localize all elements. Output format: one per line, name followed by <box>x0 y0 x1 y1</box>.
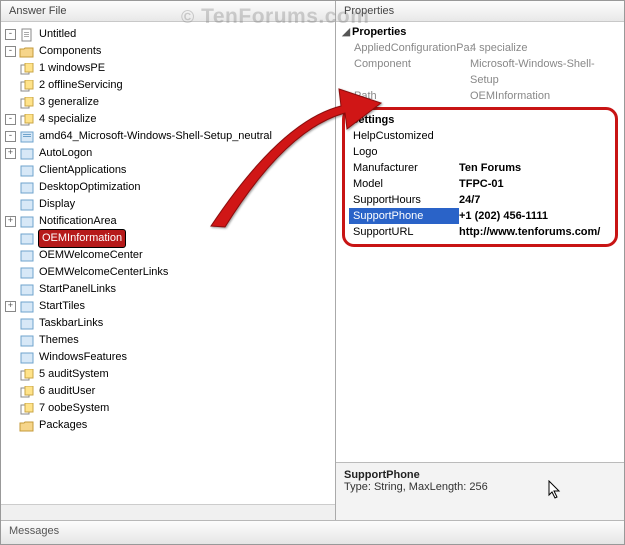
tree-item[interactable]: 3 generalize <box>38 94 100 111</box>
settings-highlight-box: Settings HelpCustomized Logo Manufacture… <box>342 107 618 247</box>
pass-icon <box>19 113 35 127</box>
settings-section-title: Settings <box>349 112 611 128</box>
answer-file-header: Answer File <box>1 1 335 22</box>
folder-open-icon <box>19 45 35 59</box>
tree-item[interactable]: TaskbarLinks <box>38 315 104 332</box>
setting-value[interactable]: +1 (202) 456-1111 <box>459 208 548 224</box>
answer-file-pane: Answer File - Untitled - <box>1 1 336 520</box>
tree-item[interactable]: OEMWelcomeCenter <box>38 247 144 264</box>
prop-key: Path <box>340 88 470 104</box>
setting-value[interactable]: 24/7 <box>459 192 480 208</box>
setting-key[interactable]: Manufacturer <box>349 160 459 176</box>
tree-item[interactable]: 2 offlineServicing <box>38 77 124 94</box>
pass-icon <box>19 79 35 93</box>
setting-icon <box>19 317 35 331</box>
setting-icon <box>19 147 35 161</box>
tree-item[interactable]: OEMWelcomeCenterLinks <box>38 264 169 281</box>
prop-value[interactable]: 4 specialize <box>470 40 620 56</box>
setting-icon <box>19 283 35 297</box>
tree-item[interactable]: 6 auditUser <box>38 383 96 400</box>
horizontal-scrollbar[interactable] <box>1 504 335 520</box>
tree-item[interactable]: NotificationArea <box>38 213 118 230</box>
pass-icon <box>19 385 35 399</box>
prop-key: AppliedConfigurationPa: <box>340 40 470 56</box>
tree-root-label[interactable]: Untitled <box>38 26 77 43</box>
tree-components-label[interactable]: Components <box>38 43 102 60</box>
collapse-icon[interactable]: - <box>5 46 16 57</box>
setting-icon <box>19 164 35 178</box>
component-icon <box>19 130 35 144</box>
properties-pane: Properties ◢Properties AppliedConfigurat… <box>336 1 624 520</box>
tree-packages-label[interactable]: Packages <box>38 417 88 434</box>
setting-icon <box>19 334 35 348</box>
pass-icon <box>19 62 35 76</box>
prop-key: Component <box>340 56 470 88</box>
setting-value[interactable]: Ten Forums <box>459 160 521 176</box>
tree-item[interactable]: DesktopOptimization <box>38 179 142 196</box>
setting-icon <box>19 351 35 365</box>
setting-key[interactable]: Logo <box>349 144 459 160</box>
setting-icon <box>19 181 35 195</box>
setting-key[interactable]: SupportHours <box>349 192 459 208</box>
setting-value[interactable]: http://www.tenforums.com/ <box>459 224 600 240</box>
expand-icon[interactable]: + <box>5 301 16 312</box>
document-icon <box>19 28 35 42</box>
setting-icon <box>19 300 35 314</box>
pass-icon <box>19 402 35 416</box>
folder-icon <box>19 419 35 433</box>
setting-key-selected[interactable]: SupportPhone <box>349 208 459 224</box>
property-grid[interactable]: ◢Properties AppliedConfigurationPa:4 spe… <box>336 22 624 462</box>
setting-icon <box>19 198 35 212</box>
tree-item[interactable]: StartTiles <box>38 298 86 315</box>
property-description: SupportPhone Type: String, MaxLength: 25… <box>336 462 624 520</box>
pass-icon <box>19 368 35 382</box>
tree-item[interactable]: 4 specialize <box>38 111 97 128</box>
tree-item-oeminformation[interactable]: OEMInformation <box>38 229 126 248</box>
setting-key[interactable]: Model <box>349 176 459 192</box>
tree-item[interactable]: Display <box>38 196 76 213</box>
description-text: Type: String, MaxLength: 256 <box>344 481 616 493</box>
setting-icon <box>19 249 35 263</box>
tree-item[interactable]: 5 auditSystem <box>38 366 110 383</box>
tree-item[interactable]: AutoLogon <box>38 145 93 162</box>
prop-value[interactable]: Microsoft-Windows-Shell-Setup <box>470 56 620 88</box>
description-title: SupportPhone <box>344 469 616 481</box>
setting-value[interactable]: TFPC-01 <box>459 176 504 192</box>
pass-icon <box>19 96 35 110</box>
setting-key[interactable]: HelpCustomized <box>349 128 459 144</box>
collapse-icon[interactable]: - <box>5 114 16 125</box>
setting-icon <box>19 232 35 246</box>
setting-icon <box>19 266 35 280</box>
collapse-icon[interactable]: - <box>5 131 16 142</box>
properties-header: Properties <box>336 1 624 22</box>
setting-icon <box>19 215 35 229</box>
tree-item[interactable]: 7 oobeSystem <box>38 400 110 417</box>
tree-item[interactable]: 1 windowsPE <box>38 60 106 77</box>
prop-value[interactable]: OEMInformation <box>470 88 620 104</box>
answer-file-tree[interactable]: - Untitled - Components <box>1 22 335 504</box>
collapse-caret-icon[interactable]: ◢ <box>340 24 352 40</box>
expand-icon[interactable]: + <box>5 216 16 227</box>
properties-section-title: Properties <box>352 24 406 40</box>
collapse-icon[interactable]: - <box>5 29 16 40</box>
tree-item[interactable]: Themes <box>38 332 80 349</box>
tree-item[interactable]: StartPanelLinks <box>38 281 117 298</box>
tree-item[interactable]: ClientApplications <box>38 162 127 179</box>
tree-item[interactable]: amd64_Microsoft-Windows-Shell-Setup_neut… <box>38 128 273 145</box>
tree-item[interactable]: WindowsFeatures <box>38 349 128 366</box>
setting-key[interactable]: SupportURL <box>349 224 459 240</box>
messages-header[interactable]: Messages <box>1 520 624 544</box>
expand-icon[interactable]: + <box>5 148 16 159</box>
